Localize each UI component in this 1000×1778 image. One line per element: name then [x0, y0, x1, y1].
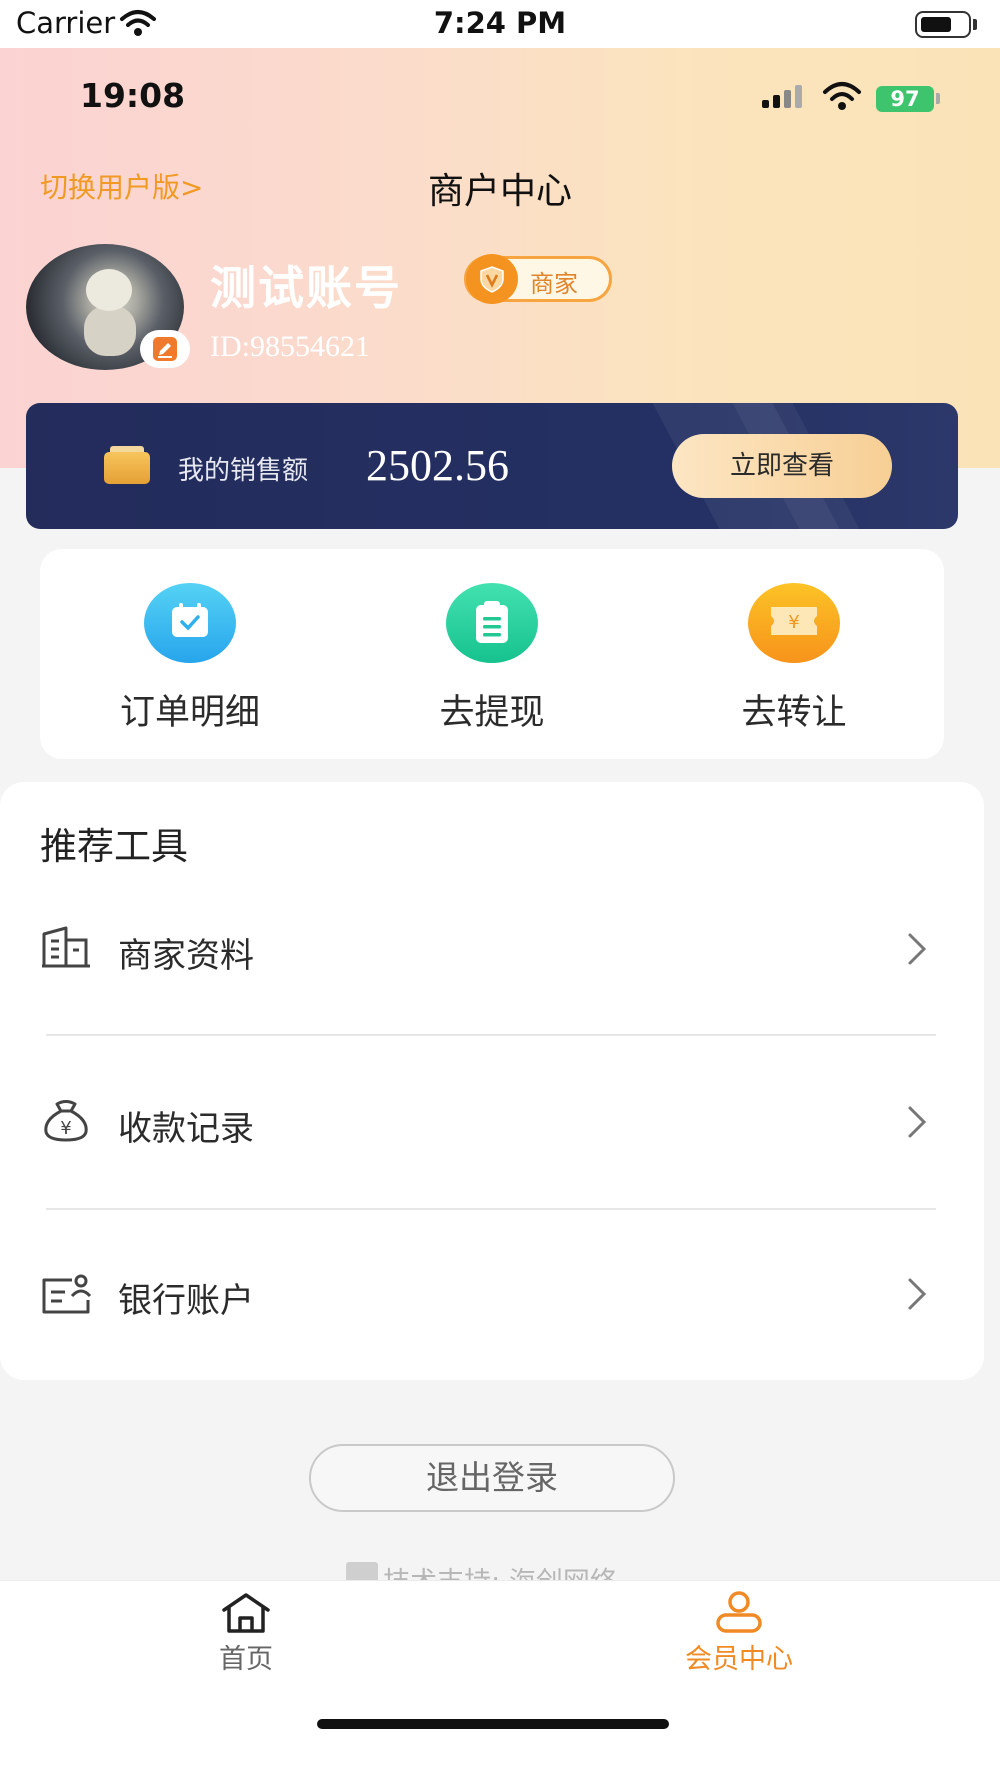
- divider: [46, 1208, 936, 1210]
- inner-battery-tip: [936, 93, 940, 104]
- order-calendar-icon[interactable]: [144, 583, 236, 663]
- tools-title: 推荐工具: [40, 825, 188, 868]
- inner-wifi-icon: [823, 82, 861, 110]
- home-icon[interactable]: [220, 1592, 272, 1634]
- withdraw-clipboard-icon[interactable]: [446, 583, 538, 663]
- tool-bank-account[interactable]: 银行账户: [118, 1273, 254, 1322]
- view-now-button[interactable]: 立即查看: [672, 434, 892, 498]
- member-icon[interactable]: [714, 1590, 764, 1634]
- sales-amount: 2502.56: [366, 441, 509, 490]
- battery-icon: [915, 11, 971, 38]
- v-shield-icon: [480, 266, 504, 293]
- tool-merchant-info[interactable]: 商家资料: [118, 928, 254, 977]
- tech-support-text: 技术支持: 海创网络: [0, 1560, 1000, 1582]
- chevron-right-icon[interactable]: [902, 1276, 930, 1312]
- wallet-icon: [104, 452, 150, 484]
- money-bag-icon: ¥: [44, 1100, 88, 1142]
- nav-home-label[interactable]: 首页: [196, 1637, 296, 1676]
- user-id: ID:98554621: [210, 330, 370, 363]
- page-title: 商户中心: [427, 171, 572, 212]
- bottom-nav: [0, 1580, 1000, 1778]
- withdraw-button[interactable]: 去提现: [367, 684, 617, 735]
- signal-icon: [762, 85, 802, 108]
- order-details-button[interactable]: 订单明细: [65, 684, 315, 735]
- merchant-badge-label: 商家: [530, 270, 578, 298]
- divider: [46, 1034, 936, 1036]
- battery-tip: [973, 19, 977, 30]
- svg-text:¥: ¥: [788, 612, 799, 633]
- building-icon: [42, 926, 90, 968]
- pencil-icon: [153, 337, 177, 361]
- chevron-right-icon[interactable]: [902, 1104, 930, 1140]
- transfer-button[interactable]: 去转让: [669, 684, 919, 735]
- edit-avatar-button[interactable]: [140, 330, 190, 368]
- sales-label: 我的销售额: [178, 456, 309, 486]
- svg-text:¥: ¥: [60, 1118, 71, 1139]
- nav-member-center-label[interactable]: 会员中心: [664, 1637, 814, 1676]
- transfer-ticket-icon[interactable]: ¥: [748, 583, 840, 663]
- ios-clock: 7:24 PM: [433, 6, 567, 40]
- logout-button[interactable]: 退出登录: [309, 1444, 675, 1512]
- bank-card-icon: [42, 1274, 92, 1314]
- username: 测试账号: [210, 261, 402, 315]
- home-indicator: [317, 1719, 669, 1729]
- chevron-right-icon[interactable]: [902, 931, 930, 967]
- tool-payment-records[interactable]: 收款记录: [118, 1101, 254, 1150]
- inner-clock: 19:08: [80, 76, 186, 115]
- inner-battery-icon: 97: [876, 86, 934, 112]
